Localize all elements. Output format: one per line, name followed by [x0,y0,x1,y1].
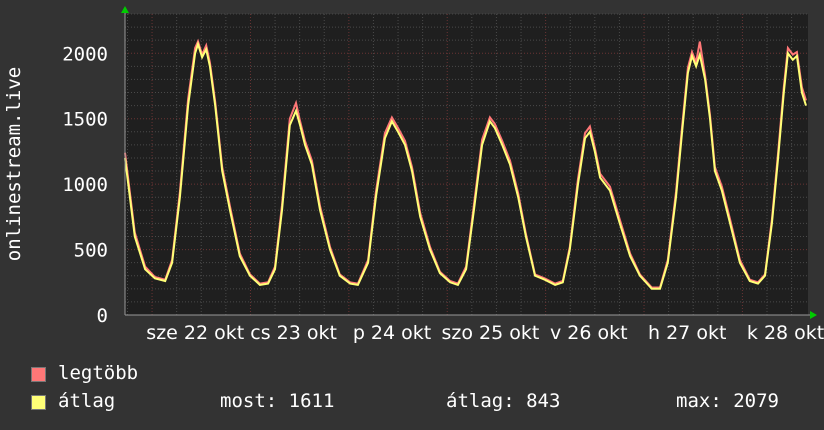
y-tick-label: 500 [74,240,108,262]
legend-swatch-legtobb [31,367,46,382]
x-tick-label: k 28 okt [747,322,824,344]
legend-swatch-atlag [31,395,46,410]
rrd-graph: 0 500 1000 1500 2000 sze 22 okt cs 23 okt p 24… [0,0,824,430]
y-tick-label: 1500 [62,109,108,131]
legend-label-legtobb: legtöbb [58,362,139,384]
stat-most: most: 1611 [220,390,335,412]
y-axis-title: onlinestream.live [3,67,25,261]
x-tick-label: sze 22 okt [146,322,244,344]
y-tick-label: 1000 [62,174,108,196]
y-axis-arrow-icon [121,6,129,13]
x-axis-arrow-icon [810,311,817,319]
x-axis-ticks: sze 22 okt cs 23 okt p 24 okt szo 25 okt v 2… [146,322,824,344]
x-tick-label: v 26 okt [550,322,628,344]
x-tick-label: szo 25 okt [442,322,540,344]
y-tick-label: 2000 [62,43,108,65]
y-tick-label: 0 [97,305,108,327]
legend-label-atlag: átlag [58,390,116,412]
x-tick-label: h 27 okt [648,322,726,344]
stat-atlag: átlag: 843 [446,390,561,412]
y-axis-ticks: 0 500 1000 1500 2000 [62,43,108,327]
x-tick-label: cs 23 okt [250,322,337,344]
x-tick-label: p 24 okt [353,322,431,344]
stat-max: max: 2079 [676,390,779,412]
